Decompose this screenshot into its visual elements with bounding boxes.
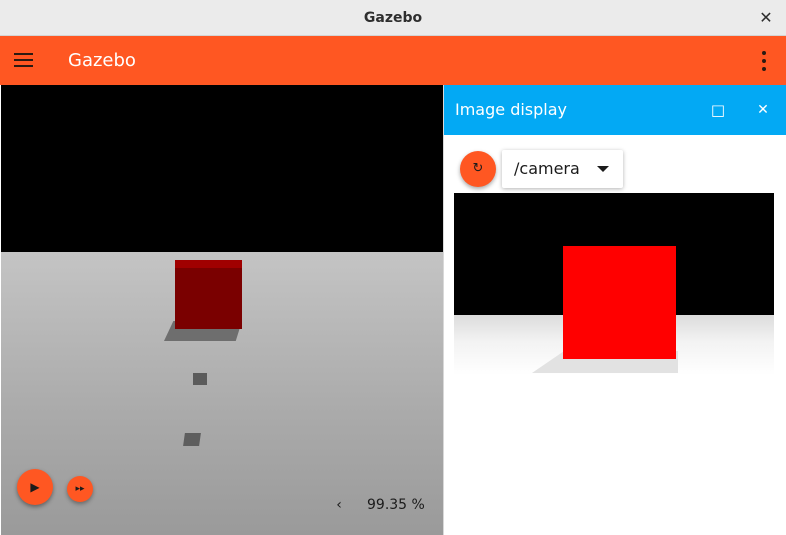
play-button[interactable]: ▶ [17, 469, 53, 505]
app-bar: Gazebo [0, 36, 786, 85]
close-icon[interactable]: ✕ [751, 98, 775, 122]
scene-sky [1, 85, 443, 252]
image-display-panel: Image display □ ✕ ↻ /camera [443, 85, 786, 535]
refresh-button[interactable]: ↻ [460, 151, 496, 187]
stats-expand-icon[interactable]: ‹ [331, 495, 347, 515]
red-box-model[interactable] [175, 260, 242, 329]
chevron-down-icon [597, 166, 609, 172]
app-title: Gazebo [68, 50, 136, 71]
window-title: Gazebo [363, 10, 423, 26]
scene-3d-viewport[interactable]: ▶ ▸▸ ‹ 99.35 % [1, 85, 443, 535]
step-button[interactable]: ▸▸ [67, 476, 93, 502]
kebab-icon[interactable] [756, 50, 772, 72]
window-titlebar: Gazebo ✕ [0, 0, 786, 36]
camera-image-red-box [563, 246, 676, 359]
red-box-top-face [175, 260, 242, 268]
panel-header: Image display □ ✕ [444, 85, 786, 135]
camera-image [454, 193, 774, 375]
window-close-button[interactable]: ✕ [754, 6, 778, 30]
ground-marker [183, 433, 201, 446]
maximize-icon[interactable]: □ [706, 98, 730, 122]
topic-selected-value: /camera [514, 159, 580, 178]
panel-title: Image display [455, 100, 568, 119]
ground-marker [193, 373, 207, 385]
real-time-factor: 99.35 % [367, 497, 425, 513]
hamburger-icon[interactable] [14, 53, 33, 67]
topic-dropdown[interactable]: /camera [502, 150, 623, 188]
